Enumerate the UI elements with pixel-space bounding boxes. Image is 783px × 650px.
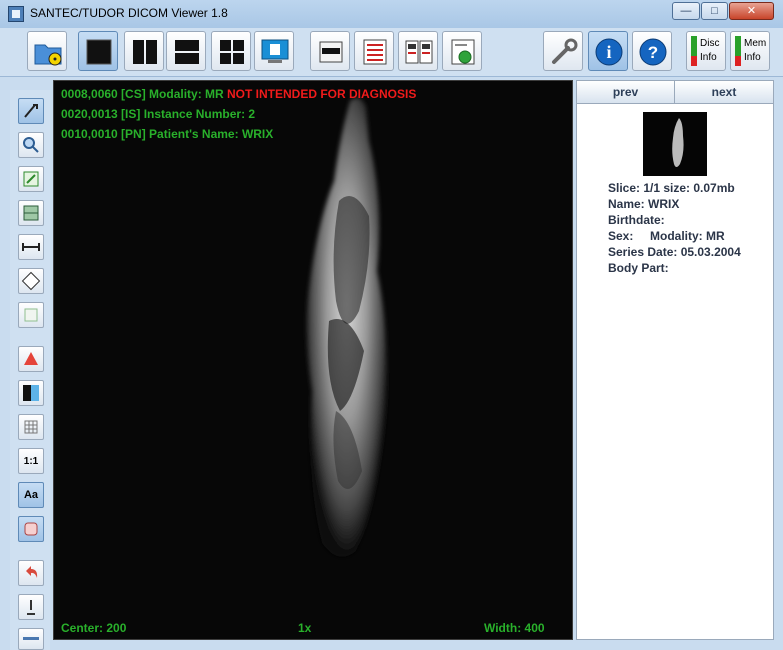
settings-button[interactable]: [543, 31, 583, 71]
main-toolbar: i ? Disc Info Mem Info: [0, 28, 783, 77]
measure-tool-icon: [22, 243, 40, 251]
window-level-button[interactable]: [18, 200, 44, 226]
folder-radiation-icon: [34, 44, 62, 66]
arrow-up-icon: [24, 352, 38, 365]
next-button[interactable]: next: [675, 81, 773, 104]
text-tool-button[interactable]: Aa: [18, 482, 44, 508]
invert-icon: [23, 385, 39, 401]
monitor-button[interactable]: [254, 31, 294, 71]
maximize-button[interactable]: □: [701, 2, 728, 20]
disc-info-button[interactable]: Disc Info: [686, 31, 726, 71]
pan-tool-icon: [24, 104, 38, 118]
layout-two-horizontal-button[interactable]: [166, 31, 206, 71]
mem-meter-icon: [735, 36, 741, 66]
window-center-label: Center: 200: [61, 621, 127, 635]
annotation-icon: [24, 522, 38, 536]
undo-icon: [26, 566, 38, 578]
about-button[interactable]: i: [588, 31, 628, 71]
zoom-tool-icon: [23, 137, 39, 153]
help-icon: ?: [639, 38, 667, 66]
app-icon: [8, 6, 24, 22]
layout-two-vertical-button[interactable]: [124, 31, 164, 71]
zoom-level-label: 1x: [298, 621, 312, 635]
disc-label: Disc: [700, 38, 720, 49]
compare-button[interactable]: [398, 31, 438, 71]
text-tool-icon: Aa: [23, 489, 39, 501]
export-button[interactable]: [442, 31, 482, 71]
series-panel: prev next Slice: 1/1 size: 0.07mb Name: …: [576, 80, 774, 640]
fit-tool-button[interactable]: [18, 166, 44, 192]
pen-button[interactable]: [18, 594, 44, 620]
mem-label: Mem: [744, 38, 767, 49]
fit-tool-icon: [23, 171, 39, 187]
image-viewport[interactable]: 0008,0060 [CS] Modality: MR NOT INTENDED…: [53, 80, 573, 640]
flip-up-button[interactable]: [18, 346, 44, 372]
window-level-icon: [23, 205, 39, 221]
rotate-tool-button[interactable]: [18, 268, 44, 294]
window-width-label: Width: 400: [484, 621, 545, 635]
modality-overlay: 0008,0060 [CS] Modality: MR: [61, 87, 224, 101]
invert-button[interactable]: [18, 380, 44, 406]
mri-image: [54, 81, 572, 639]
body-part: Body Part:: [608, 261, 669, 275]
pan-tool-button[interactable]: [18, 98, 44, 124]
compare-icon: [405, 40, 433, 64]
close-button[interactable]: ✕: [729, 2, 774, 20]
measure-tool-button[interactable]: [18, 234, 44, 260]
four-grid-icon: [220, 40, 244, 64]
layout-single-button[interactable]: [78, 31, 118, 71]
list-icon: [363, 39, 387, 65]
layout-four-button[interactable]: [211, 31, 251, 71]
mem-info-label: Info: [744, 52, 761, 63]
window-title: SANTEC/TUDOR DICOM Viewer 1.8: [30, 6, 228, 20]
svg-text:i: i: [606, 42, 611, 62]
blank-tool-button[interactable]: [18, 302, 44, 328]
sex-modality: Sex: Modality: MR: [608, 229, 725, 243]
grid-icon: [24, 420, 38, 434]
title-bar: SANTEC/TUDOR DICOM Viewer 1.8 — □ ✕: [0, 0, 783, 29]
tool-sidebar: 1:1 Aa: [10, 90, 50, 650]
one-to-one-icon: 1:1: [23, 455, 39, 467]
diagnosis-warning: NOT INTENDED FOR DIAGNOSIS: [227, 87, 417, 101]
undo-button[interactable]: [18, 560, 44, 586]
disc-info-label: Info: [700, 52, 717, 63]
minimize-button[interactable]: —: [672, 2, 700, 20]
pen-icon: [27, 600, 35, 615]
disc-meter-icon: [691, 36, 697, 66]
birthdate: Birthdate:: [608, 213, 665, 227]
more-button[interactable]: [18, 628, 44, 650]
open-folder-button[interactable]: [27, 31, 67, 71]
patient-name: Name: WRIX: [608, 197, 680, 211]
prev-button[interactable]: prev: [577, 81, 675, 104]
rotate-tool-icon: [21, 271, 41, 291]
grid-button[interactable]: [18, 414, 44, 440]
patient-name-overlay: 0010,0010 [PN] Patient's Name: WRIX: [61, 127, 274, 141]
slice-info: Slice: 1/1 size: 0.07mb: [608, 181, 735, 195]
more-icon: [23, 637, 39, 640]
two-vertical-icon: [133, 40, 157, 64]
info-icon: i: [595, 38, 623, 66]
mask-icon: [319, 41, 343, 63]
export-icon: [451, 39, 475, 65]
wrench-icon: [552, 38, 578, 64]
series-date: Series Date: 05.03.2004: [608, 245, 741, 259]
annotation-button[interactable]: [18, 516, 44, 542]
anonymize-button[interactable]: [310, 31, 350, 71]
one-to-one-button[interactable]: 1:1: [18, 448, 44, 474]
help-button[interactable]: ?: [632, 31, 672, 71]
dicom-tags-button[interactable]: [354, 31, 394, 71]
mem-info-button[interactable]: Mem Info: [730, 31, 770, 71]
single-view-icon: [86, 39, 112, 65]
monitor-icon: [261, 39, 289, 63]
two-horizontal-icon: [175, 40, 199, 64]
series-thumbnail[interactable]: [643, 112, 707, 176]
instance-overlay: 0020,0013 [IS] Instance Number: 2: [61, 107, 256, 121]
zoom-tool-button[interactable]: [18, 132, 44, 158]
blank-tool-icon: [24, 308, 38, 322]
svg-text:?: ?: [648, 43, 658, 62]
